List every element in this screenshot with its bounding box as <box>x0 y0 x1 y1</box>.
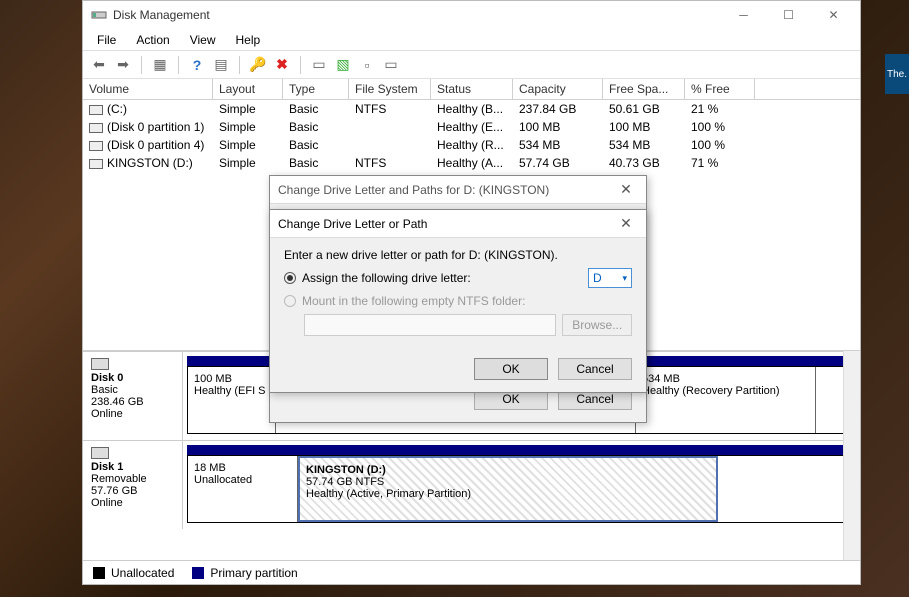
titlebar: Disk Management ─ ☐ ✕ <box>83 1 860 29</box>
browse-button: Browse... <box>562 314 632 336</box>
help-icon[interactable]: ? <box>187 55 207 75</box>
dialog-title: Change Drive Letter and Paths for D: (KI… <box>278 183 614 197</box>
view-list-icon[interactable]: ▦ <box>150 55 170 75</box>
disk-row: Disk 1Removable57.76 GBOnline18 MBUnallo… <box>83 440 860 529</box>
chevron-down-icon: ▾ <box>622 273 627 284</box>
dialog-prompt: Enter a new drive letter or path for D: … <box>284 248 632 262</box>
change-drive-letter-dialog: Change Drive Letter or Path ✕ Enter a ne… <box>269 209 647 393</box>
partition[interactable]: KINGSTON (D:)57.74 GB NTFSHealthy (Activ… <box>298 456 718 522</box>
legend: Unallocated Primary partition <box>83 560 860 584</box>
col-volume[interactable]: Volume <box>83 79 213 99</box>
close-button[interactable]: ✕ <box>811 1 856 29</box>
volume-row[interactable]: (Disk 0 partition 1)SimpleBasicHealthy (… <box>83 118 860 136</box>
ok-button[interactable]: OK <box>474 358 548 380</box>
delete-icon[interactable]: ✖ <box>272 55 292 75</box>
drive-letter-select[interactable]: D ▾ <box>588 268 632 288</box>
refresh-icon[interactable]: 🔑 <box>248 55 268 75</box>
menu-file[interactable]: File <box>87 31 126 49</box>
toolbar-separator <box>178 56 179 74</box>
radio-label: Assign the following drive letter: <box>302 271 471 285</box>
legend-primary: Primary partition <box>192 566 297 580</box>
volume-row[interactable]: (C:)SimpleBasicNTFSHealthy (B...237.84 G… <box>83 100 860 118</box>
vertical-scrollbar[interactable] <box>843 351 860 560</box>
toolbar: ⬅ ➡ ▦ ? ▤ 🔑 ✖ ▭ ▧ ▫ ▭ <box>83 51 860 79</box>
dialog-title: Change Drive Letter or Path <box>278 217 614 231</box>
toolbar-separator <box>300 56 301 74</box>
app-icon <box>91 7 107 23</box>
mount-path-input <box>304 314 556 336</box>
radio-icon <box>284 295 296 307</box>
radio-mount-folder[interactable]: Mount in the following empty NTFS folder… <box>284 294 632 308</box>
drive-letter-value: D <box>593 271 602 285</box>
properties-icon[interactable]: ▭ <box>309 55 329 75</box>
create-icon[interactable]: ▧ <box>333 55 353 75</box>
edge-badge: The. <box>885 54 909 94</box>
col-layout[interactable]: Layout <box>213 79 283 99</box>
toolbar-separator <box>141 56 142 74</box>
close-icon[interactable]: ✕ <box>614 215 638 232</box>
col-free[interactable]: Free Spa... <box>603 79 685 99</box>
disk-header[interactable]: Disk 1Removable57.76 GBOnline <box>83 441 183 529</box>
close-icon[interactable]: ✕ <box>614 181 638 198</box>
col-type[interactable]: Type <box>283 79 349 99</box>
volume-header: Volume Layout Type File System Status Ca… <box>83 79 860 100</box>
partition[interactable]: 100 MBHealthy (EFI S <box>188 367 276 433</box>
scan-icon[interactable]: ▫ <box>357 55 377 75</box>
col-status[interactable]: Status <box>431 79 513 99</box>
volume-row[interactable]: KINGSTON (D:)SimpleBasicNTFSHealthy (A..… <box>83 154 860 172</box>
forward-icon[interactable]: ➡ <box>113 55 133 75</box>
view-details-icon[interactable]: ▤ <box>211 55 231 75</box>
back-icon[interactable]: ⬅ <box>89 55 109 75</box>
volume-row[interactable]: (Disk 0 partition 4)SimpleBasicHealthy (… <box>83 136 860 154</box>
partition[interactable]: 534 MBHealthy (Recovery Partition) <box>636 367 816 433</box>
col-filesystem[interactable]: File System <box>349 79 431 99</box>
cancel-button[interactable]: Cancel <box>558 358 632 380</box>
settings-icon[interactable]: ▭ <box>381 55 401 75</box>
dialog-titlebar: Change Drive Letter or Path ✕ <box>270 210 646 238</box>
maximize-button[interactable]: ☐ <box>766 1 811 29</box>
menu-view[interactable]: View <box>180 31 226 49</box>
col-pfree[interactable]: % Free <box>685 79 755 99</box>
legend-unallocated: Unallocated <box>93 566 174 580</box>
col-capacity[interactable]: Capacity <box>513 79 603 99</box>
menu-action[interactable]: Action <box>126 31 179 49</box>
radio-icon <box>284 272 296 284</box>
disk-header[interactable]: Disk 0Basic238.46 GBOnline <box>83 352 183 440</box>
partition[interactable]: 18 MBUnallocated <box>188 456 298 522</box>
radio-assign-letter[interactable]: Assign the following drive letter: D ▾ <box>284 268 632 288</box>
dialog-titlebar: Change Drive Letter and Paths for D: (KI… <box>270 176 646 204</box>
menubar: File Action View Help <box>83 29 860 51</box>
window-title: Disk Management <box>113 8 721 22</box>
radio-label: Mount in the following empty NTFS folder… <box>302 294 525 308</box>
toolbar-separator <box>239 56 240 74</box>
minimize-button[interactable]: ─ <box>721 1 766 29</box>
menu-help[interactable]: Help <box>226 31 271 49</box>
